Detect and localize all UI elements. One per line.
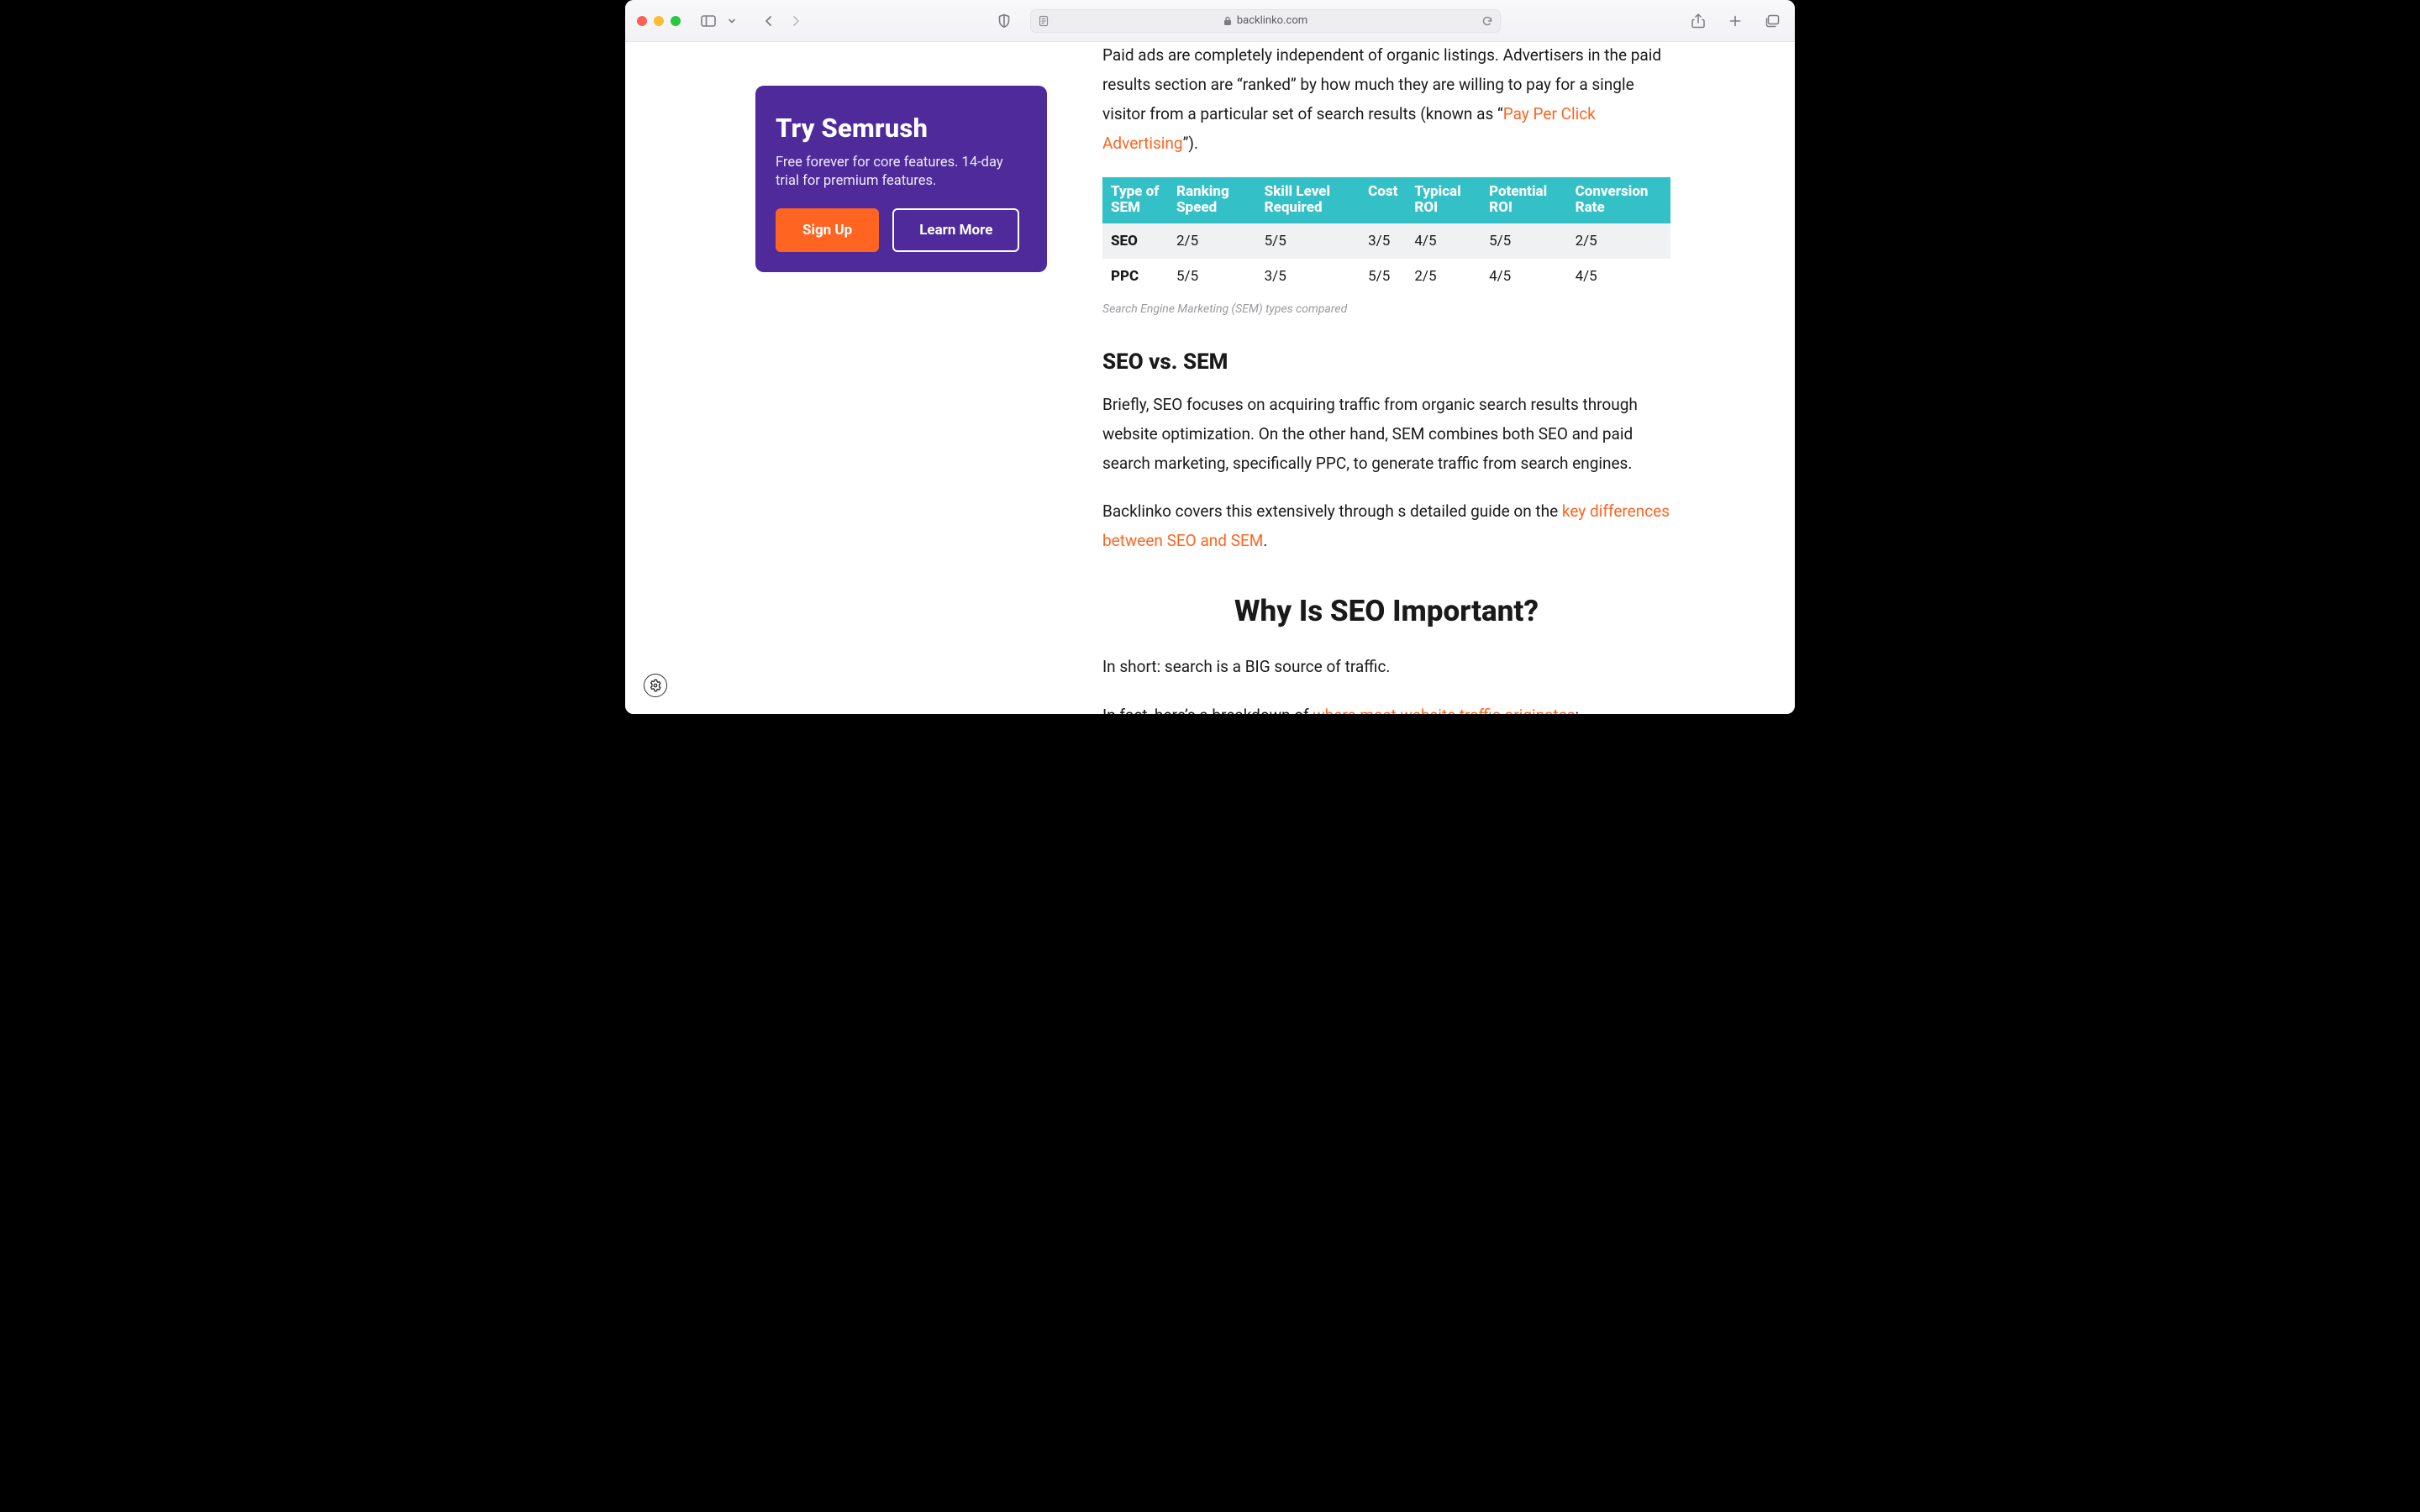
fullscreen-window-button[interactable] — [671, 16, 681, 26]
cell: 2/5 — [1406, 259, 1481, 294]
privacy-shield-icon[interactable] — [993, 12, 1015, 30]
reload-icon[interactable] — [1481, 15, 1493, 27]
cell: 3/5 — [1360, 223, 1406, 259]
sem-comparison-table: Type of SEM Ranking Speed Skill Level Re… — [1102, 177, 1670, 294]
lock-icon — [1223, 16, 1232, 26]
address-bar[interactable]: backlinko.com — [1030, 9, 1501, 33]
reader-mode-icon[interactable] — [1038, 15, 1050, 27]
table-row: SEO 2/5 5/5 3/5 4/5 5/5 2/5 — [1102, 223, 1670, 259]
page-content: Try Semrush Free forever for core featur… — [625, 42, 1795, 714]
signup-button[interactable]: Sign Up — [776, 208, 879, 252]
paragraph-paid-ads: Paid ads are completely independent of o… — [1102, 42, 1670, 159]
cell: 5/5 — [1256, 223, 1360, 259]
promo-title: Try Semrush — [776, 113, 1027, 144]
col-potential-roi: Potential ROI — [1481, 177, 1567, 223]
back-button[interactable] — [758, 12, 780, 30]
promo-buttons: Sign Up Learn More — [776, 208, 1027, 252]
cell: 4/5 — [1567, 259, 1670, 294]
new-tab-icon[interactable] — [1724, 12, 1746, 30]
browser-window: backlinko.com — [625, 0, 1795, 714]
table-header-row: Type of SEM Ranking Speed Skill Level Re… — [1102, 177, 1670, 223]
cell: 2/5 — [1168, 223, 1256, 259]
promo-subtitle: Free forever for core features. 14-day t… — [776, 154, 1027, 192]
link-traffic-origins[interactable]: where most website traffic originates — [1313, 706, 1575, 715]
cell: 5/5 — [1481, 223, 1567, 259]
paragraph-backlinko-guide: Backlinko covers this extensively throug… — [1102, 496, 1670, 555]
promo-card: Try Semrush Free forever for core featur… — [755, 86, 1047, 272]
article-body: Paid ads are completely independent of o… — [1102, 42, 1670, 714]
address-text: backlinko.com — [1223, 14, 1307, 27]
sidebar-toggle-group — [697, 12, 743, 30]
settings-fab[interactable] — [644, 674, 667, 697]
learn-more-button[interactable]: Learn More — [892, 208, 1019, 252]
tab-overview-icon[interactable] — [1761, 12, 1783, 30]
table-caption: Search Engine Marketing (SEM) types comp… — [1102, 302, 1670, 316]
heading-seo-vs-sem: SEO vs. SEM — [1102, 349, 1670, 375]
col-type: Type of SEM — [1102, 177, 1168, 223]
paragraph-breakdown: In fact, here’s a breakdown of where mos… — [1102, 701, 1670, 715]
col-cost: Cost — [1360, 177, 1406, 223]
cell: 4/5 — [1481, 259, 1567, 294]
paragraph-seo-vs-sem: Briefly, SEO focuses on acquiring traffi… — [1102, 390, 1670, 478]
sidebar-toggle-icon[interactable] — [697, 12, 719, 30]
text-span: ”). — [1183, 134, 1198, 153]
text-span: Backlinko covers this extensively throug… — [1102, 501, 1562, 521]
cell: 4/5 — [1406, 223, 1481, 259]
text-span: . — [1263, 531, 1267, 550]
share-icon[interactable] — [1687, 12, 1709, 30]
text-span: : — [1576, 706, 1580, 715]
paragraph-big-source: In short: search is a BIG source of traf… — [1102, 652, 1670, 681]
domain-text: backlinko.com — [1237, 14, 1307, 27]
col-ranking-speed: Ranking Speed — [1168, 177, 1256, 223]
col-conversion: Conversion Rate — [1567, 177, 1670, 223]
table-row: PPC 5/5 3/5 5/5 2/5 4/5 4/5 — [1102, 259, 1670, 294]
sidebar-menu-chevron-icon[interactable] — [721, 12, 743, 30]
text-span: In fact, here’s a breakdown of — [1102, 706, 1313, 715]
cell: 5/5 — [1360, 259, 1406, 294]
minimize-window-button[interactable] — [654, 16, 664, 26]
col-skill: Skill Level Required — [1256, 177, 1360, 223]
toolbar-right — [1687, 12, 1783, 30]
row-name: SEO — [1102, 223, 1168, 259]
gear-icon — [649, 679, 662, 692]
cell: 2/5 — [1567, 223, 1670, 259]
forward-button[interactable] — [785, 12, 807, 30]
col-typical-roi: Typical ROI — [1406, 177, 1481, 223]
nav-group — [758, 12, 807, 30]
window-controls — [637, 16, 681, 26]
row-name: PPC — [1102, 259, 1168, 294]
browser-toolbar: backlinko.com — [625, 0, 1795, 42]
cell: 5/5 — [1168, 259, 1256, 294]
close-window-button[interactable] — [637, 16, 647, 26]
heading-why-seo: Why Is SEO Important? — [1102, 594, 1670, 628]
cell: 3/5 — [1256, 259, 1360, 294]
